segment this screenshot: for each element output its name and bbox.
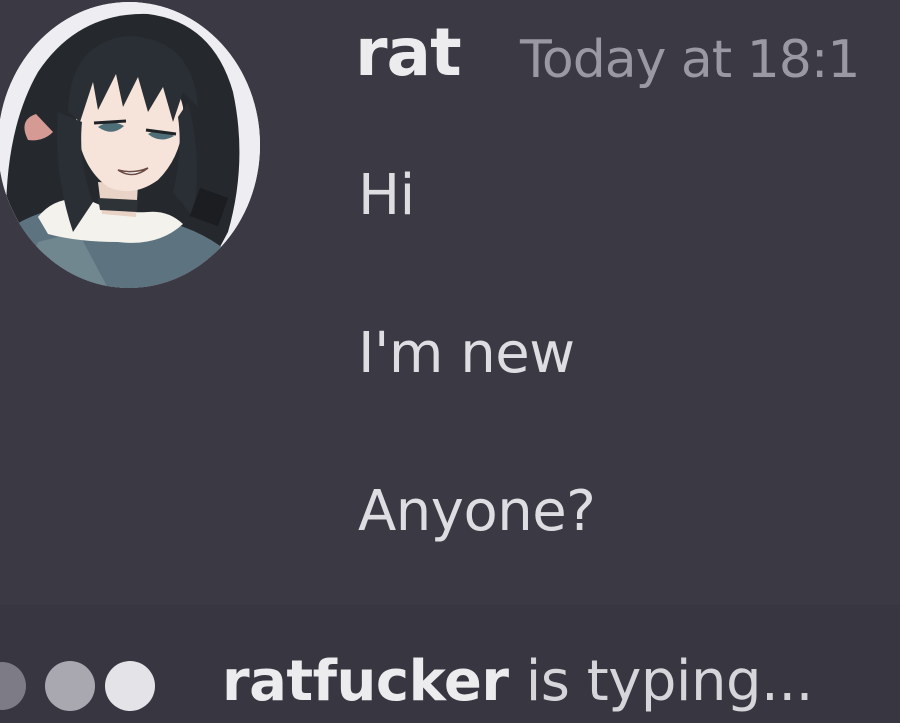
typing-dot — [105, 661, 155, 711]
message-line: I'm new — [358, 321, 575, 386]
typing-username: ratfucker — [222, 649, 509, 714]
typing-dot — [45, 661, 95, 711]
message-timestamp: Today at 18:1 — [520, 30, 860, 90]
message-author[interactable]: rat — [355, 20, 462, 86]
typing-suffix: is typing... — [508, 649, 814, 714]
user-avatar[interactable] — [0, 2, 260, 288]
chat-messages-area: rat Today at 18:1 Hi I'm new Anyone? — [0, 0, 900, 605]
anime-avatar-image — [0, 2, 260, 288]
typing-status: ratfucker is typing... — [222, 654, 813, 710]
message-line: Hi — [358, 163, 415, 228]
message-line: Anyone? — [358, 479, 596, 544]
